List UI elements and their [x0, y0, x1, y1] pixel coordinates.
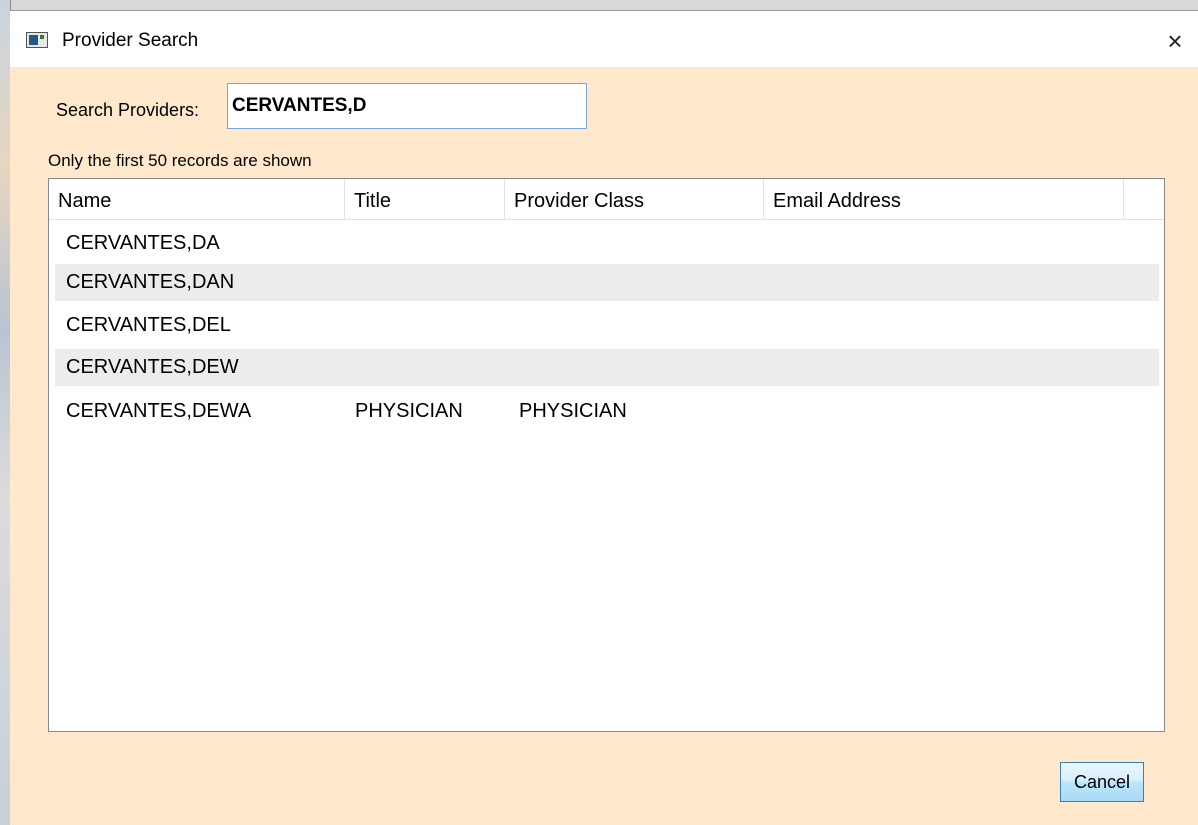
cell-provider-class: PHYSICIAN [519, 400, 627, 422]
cell-email [775, 225, 1135, 262]
column-header-provider-class[interactable]: Provider Class [505, 179, 764, 219]
provider-results-table: Name Title Provider Class Email Address … [48, 178, 1165, 732]
cell-name: CERVANTES,DEW [66, 356, 239, 378]
table-row[interactable]: CERVANTES,DA [55, 225, 1159, 262]
close-icon[interactable]: × [1152, 21, 1198, 61]
cell-title [355, 307, 505, 344]
cell-email [775, 264, 1135, 301]
table-row[interactable]: CERVANTES,DEWA PHYSICIAN PHYSICIAN [55, 393, 1159, 430]
column-header-title[interactable]: Title [345, 179, 505, 219]
cancel-button[interactable]: Cancel [1060, 762, 1144, 802]
table-header: Name Title Provider Class Email Address [49, 179, 1164, 220]
cell-provider-class [519, 264, 759, 301]
cell-email [775, 349, 1135, 386]
cell-name: CERVANTES,DAN [66, 271, 235, 293]
search-label: Search Providers: [56, 100, 200, 120]
cell-name: CERVANTES,DEL [66, 314, 231, 336]
cell-title [355, 225, 505, 262]
table-row[interactable]: CERVANTES,DEL [55, 307, 1159, 344]
app-icon-dot [40, 35, 44, 39]
provider-search-dialog: Provider Search × Search Providers: Only… [10, 10, 1198, 825]
cell-provider-class [519, 225, 759, 262]
cell-title: PHYSICIAN [355, 400, 463, 422]
column-header-name[interactable]: Name [49, 179, 345, 219]
cell-title [355, 264, 505, 301]
search-input[interactable] [227, 83, 587, 129]
app-window-icon [26, 32, 48, 48]
cell-provider-class [519, 349, 759, 386]
cell-title [355, 349, 505, 386]
column-header-email-address[interactable]: Email Address [764, 179, 1124, 219]
cell-provider-class [519, 307, 759, 344]
window-title: Provider Search [62, 30, 199, 51]
cell-name: CERVANTES,DEWA [66, 400, 252, 422]
table-row[interactable]: CERVANTES,DEW [55, 349, 1159, 386]
cell-name: CERVANTES,DA [66, 232, 220, 254]
cell-email [775, 307, 1135, 344]
cell-email [775, 393, 1135, 430]
title-bar: Provider Search × [10, 11, 1198, 67]
table-row[interactable]: CERVANTES,DAN [55, 264, 1159, 301]
app-icon-pane [29, 35, 38, 45]
records-notice: Only the first 50 records are shown [48, 151, 312, 170]
